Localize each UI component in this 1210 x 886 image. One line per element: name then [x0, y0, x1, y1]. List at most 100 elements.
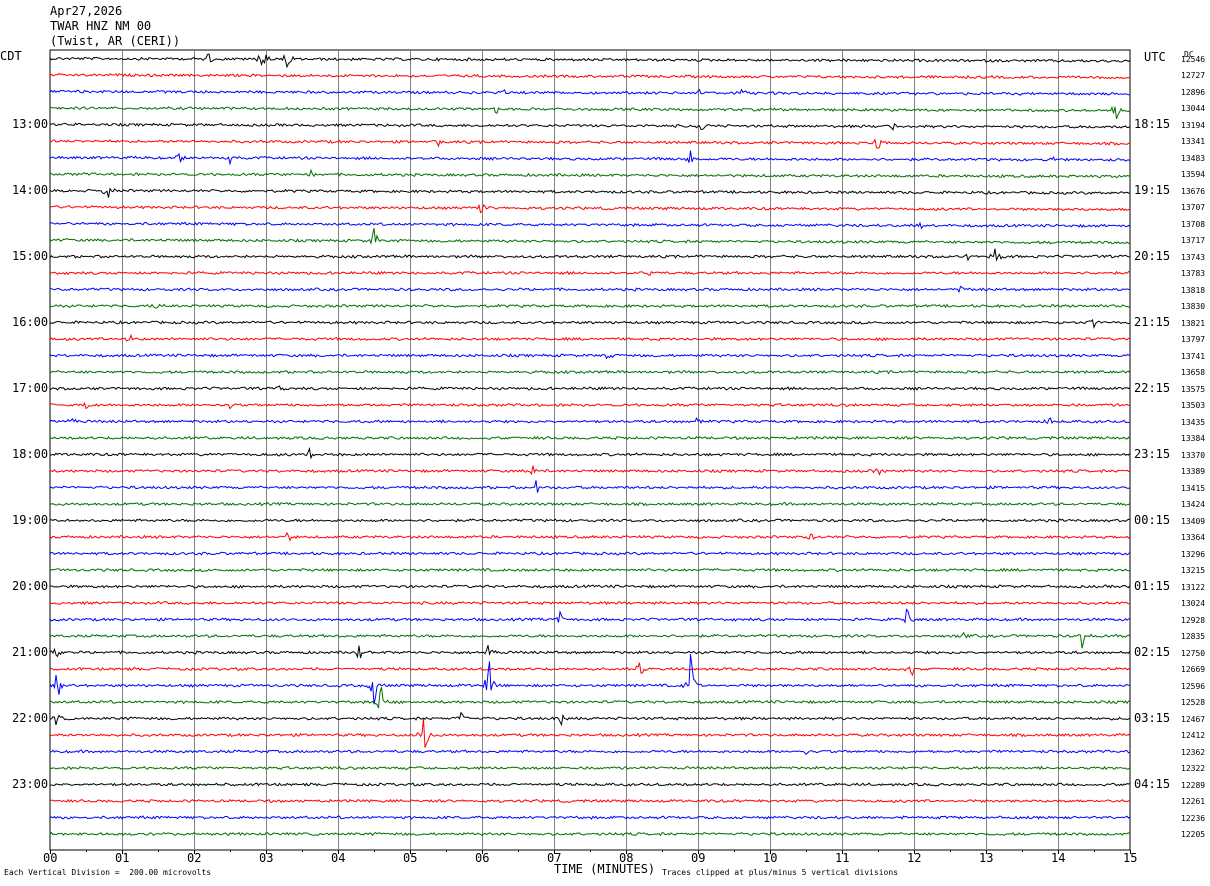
dc-value: 13389 [1181, 467, 1206, 476]
right-hour-label: 20:15 [1134, 248, 1171, 263]
trace-7 [49, 168, 1131, 179]
dc-value: 13741 [1181, 351, 1206, 361]
dc-value: 12322 [1181, 764, 1206, 773]
dc-value: 13797 [1181, 335, 1206, 344]
trace-23 [49, 435, 1131, 441]
trace-44 [49, 782, 1131, 787]
x-tick-label: 05 [403, 851, 418, 865]
x-tick-label: 13 [979, 851, 994, 865]
trace-13 [49, 270, 1131, 276]
x-tick-label: 01 [115, 851, 130, 865]
trace-1 [49, 72, 1131, 80]
dc-value: 13575 [1181, 384, 1206, 394]
trace-19 [49, 369, 1131, 375]
x-tick-label: 15 [1123, 851, 1138, 865]
trace-3 [49, 106, 1131, 120]
x-axis-title: TIME (MINUTES) [554, 862, 656, 876]
dc-value: 12546 [1181, 54, 1206, 64]
dc-value: 13818 [1181, 285, 1206, 295]
x-tick-label: 03 [259, 851, 274, 865]
trace-20 [49, 385, 1131, 391]
dc-value: 12669 [1181, 665, 1206, 674]
dc-value: 13676 [1181, 186, 1206, 196]
trace-38 [49, 654, 1130, 705]
left-hour-label: 18:00 [12, 446, 49, 461]
dc-value: 13821 [1181, 318, 1206, 328]
right-hour-label: 01:15 [1134, 578, 1171, 593]
dc-value: 12750 [1181, 648, 1206, 658]
dc-value: 13658 [1181, 368, 1206, 377]
plot-frame [49, 49, 1131, 851]
dc-value: 13409 [1181, 516, 1206, 526]
trace-46 [49, 815, 1131, 820]
left-hour-label: 20:00 [12, 578, 49, 593]
trace-35 [49, 631, 1131, 649]
trace-45 [49, 798, 1131, 804]
vertical-division-note: Each Vertical Division = 200.00 microvol… [4, 868, 212, 877]
trace-9 [49, 203, 1131, 214]
trace-22 [49, 416, 1131, 425]
trace-11 [49, 228, 1131, 245]
dc-value: 13122 [1181, 582, 1206, 592]
x-tick-label: 14 [1051, 851, 1066, 865]
trace-25 [49, 465, 1131, 476]
trace-12 [49, 248, 1131, 262]
dc-value: 13708 [1181, 219, 1206, 229]
trace-28 [49, 518, 1131, 523]
x-tick-label: 00 [43, 851, 58, 865]
trace-5 [49, 138, 1131, 149]
dc-value: 12261 [1181, 797, 1206, 806]
seismogram-plot [49, 49, 1131, 854]
left-hour-label: 17:00 [12, 380, 49, 395]
dc-value: 12896 [1181, 87, 1206, 97]
dc-value: 13435 [1181, 417, 1206, 427]
x-tick-label: 11 [835, 851, 850, 865]
left-hour-label: 14:00 [12, 182, 49, 197]
dc-value: 13384 [1181, 434, 1206, 443]
dc-value: 12205 [1181, 830, 1206, 839]
x-tick-label: 10 [763, 851, 778, 865]
dc-value: 12528 [1181, 698, 1206, 707]
trace-24 [50, 447, 1131, 460]
trace-6 [49, 150, 1131, 166]
right-hour-label: 23:15 [1134, 446, 1171, 461]
dc-value: 13707 [1181, 203, 1206, 212]
trace-36 [49, 645, 1131, 659]
trace-27 [49, 501, 1131, 507]
dc-value: 12236 [1181, 813, 1206, 823]
trace-8 [49, 187, 1131, 198]
trace-41 [49, 718, 1131, 748]
dc-value: 12928 [1181, 615, 1206, 625]
right-hour-label: 19:15 [1134, 182, 1171, 197]
dc-value: 13830 [1181, 302, 1206, 311]
trace-33 [49, 600, 1131, 606]
left-hour-label: 16:00 [12, 314, 49, 329]
dc-value: 12412 [1181, 731, 1206, 740]
dc-value: 12362 [1181, 747, 1206, 757]
dc-value: 13044 [1181, 104, 1206, 113]
left-hour-label: 23:00 [12, 776, 49, 791]
trace-10 [49, 221, 1131, 230]
dc-value: 13024 [1181, 599, 1206, 608]
dc-value: 13743 [1181, 252, 1206, 262]
x-tick-label: 09 [691, 851, 706, 865]
trace-26 [49, 480, 1131, 493]
dc-value: 13503 [1181, 401, 1206, 410]
trace-42 [49, 749, 1131, 756]
dc-value: 12596 [1181, 681, 1206, 691]
dc-value: 13370 [1181, 450, 1206, 460]
left-hour-label: 15:00 [12, 248, 49, 263]
trace-15 [49, 303, 1131, 309]
trace-34 [49, 608, 1130, 624]
trace-40 [49, 711, 1131, 727]
trace-4 [49, 122, 1131, 131]
dc-value: 13194 [1181, 120, 1206, 130]
trace-39 [49, 687, 1131, 709]
x-tick-label: 12 [907, 851, 922, 865]
trace-43 [49, 765, 1131, 771]
x-tick-label: 06 [475, 851, 490, 865]
dc-value: 13483 [1181, 153, 1206, 163]
dc-value: 13594 [1181, 170, 1206, 179]
trace-0 [49, 53, 1131, 69]
left-hour-label: 13:00 [12, 116, 49, 131]
